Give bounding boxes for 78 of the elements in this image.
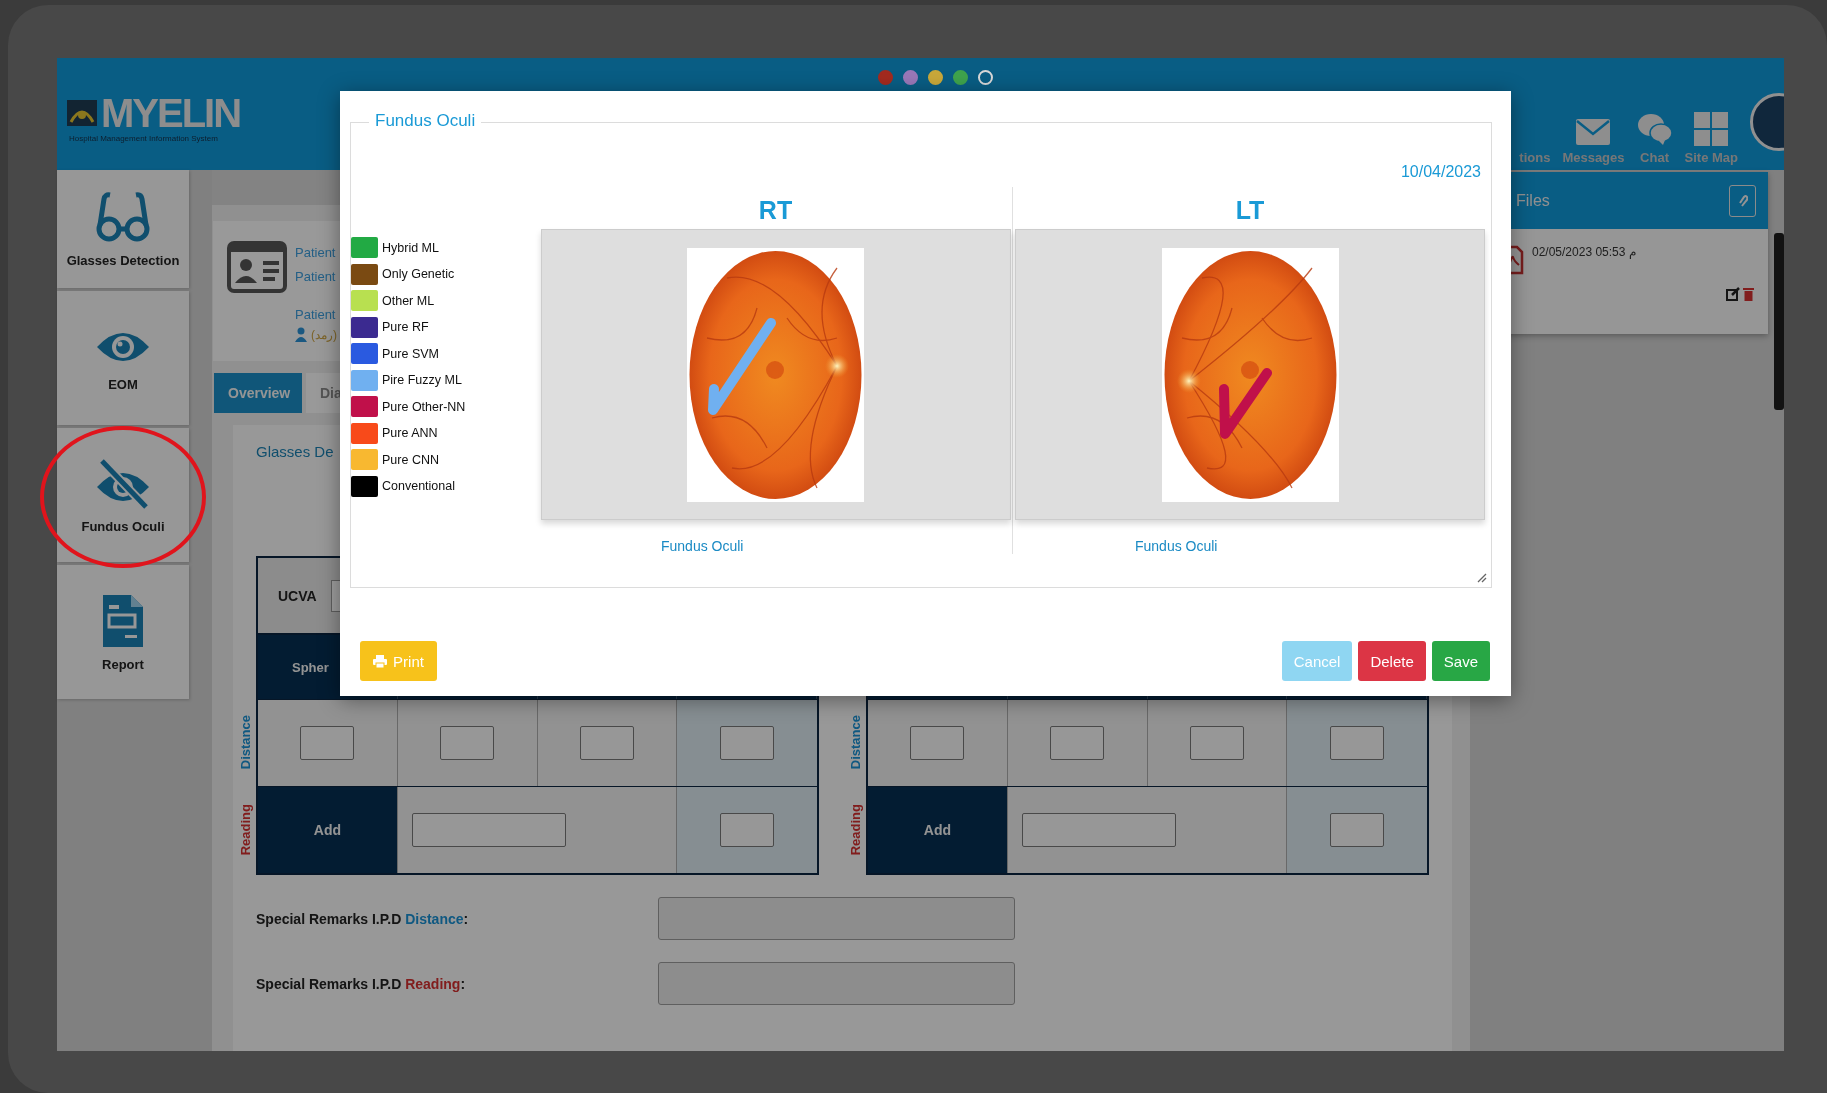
sidebar-item[interactable]: Glasses Detection — [57, 170, 189, 288]
patient-field-label: Patient — [295, 306, 337, 324]
section-title: Glasses De — [256, 443, 334, 460]
input-field[interactable] — [1021, 813, 1176, 847]
input-field[interactable] — [1330, 813, 1385, 847]
panel-title: Files — [1516, 191, 1550, 210]
row-label: Distance — [238, 715, 253, 770]
image-caption: Fundus Oculi — [661, 538, 744, 554]
sidebar-label: Fundus Oculi — [81, 518, 165, 534]
logo-subtitle: Hospital Management Information System — [69, 133, 219, 143]
sidebar-item[interactable]: EOM — [57, 291, 189, 425]
input-field[interactable] — [579, 726, 634, 760]
legend-label: Pire Fuzzy ML — [382, 373, 462, 388]
input-field[interactable] — [658, 962, 1015, 1005]
legend-label: Hybrid ML — [382, 240, 439, 255]
legend-label: Pure ANN — [382, 426, 438, 441]
input-field[interactable] — [1330, 726, 1385, 760]
resize-handle-icon[interactable] — [1477, 573, 1487, 583]
document-icon — [101, 592, 145, 649]
scrollbar[interactable] — [1774, 233, 1784, 410]
input-field[interactable] — [440, 726, 495, 760]
remark-label: Special Remarks I.P.D Reading: — [256, 975, 467, 992]
sidebar-label: EOM — [108, 376, 138, 392]
edit-icon[interactable] — [1726, 287, 1740, 301]
sidebar-item[interactable]: Report — [57, 565, 189, 699]
row-label: Distance — [848, 715, 863, 770]
tab[interactable]: Overview — [214, 373, 302, 413]
id-card-icon — [227, 241, 287, 293]
sidebar-label: Glasses Detection — [66, 252, 180, 268]
legend-label: Conventional — [382, 479, 455, 494]
input-field[interactable] — [300, 726, 355, 760]
printer-icon — [373, 654, 388, 668]
nav-link[interactable]: Site Map — [1684, 150, 1738, 165]
eye-side-title: LT — [1235, 195, 1265, 226]
eye-side-title: RT — [758, 195, 793, 226]
delete-button[interactable]: Delete — [1358, 641, 1426, 681]
row-label: Reading — [238, 803, 253, 856]
legend-label: Other ML — [382, 293, 435, 308]
legend-label: Only Genetic — [382, 267, 455, 282]
person-icon — [295, 327, 307, 342]
print-button[interactable]: Print — [360, 641, 437, 681]
date-text: 10/04/2023 — [1400, 163, 1481, 182]
logo-icon — [67, 99, 97, 126]
legend-label: Pure CNN — [382, 452, 439, 467]
legend-label: Pure SVM — [382, 346, 439, 361]
row-label: Reading — [848, 803, 863, 856]
trash-icon[interactable] — [1743, 287, 1754, 301]
sidebar-item[interactable]: Fundus Oculi — [57, 428, 189, 562]
nav-link[interactable]: Chat — [1640, 150, 1669, 165]
ucva-label: UCVA — [278, 587, 317, 604]
nav-link[interactable]: tions — [1519, 150, 1551, 165]
file-date: 02/05/2023 05:53 م — [1532, 245, 1636, 259]
input-field[interactable] — [1189, 726, 1244, 760]
department-text: (رمد) — [311, 327, 337, 342]
cancel-button[interactable]: Cancel — [1281, 641, 1353, 681]
input-field[interactable] — [658, 897, 1015, 940]
input-field[interactable] — [720, 726, 775, 760]
sidebar-label: Report — [102, 656, 144, 672]
legend-label: Pure Other-NN — [382, 399, 466, 414]
chat-icon[interactable] — [1636, 112, 1673, 146]
table-header-cell: Add — [258, 787, 398, 873]
input-field[interactable] — [720, 813, 775, 847]
input-field[interactable] — [1050, 726, 1105, 760]
save-button[interactable]: Save — [1431, 641, 1490, 681]
patient-field-label: Patient — [295, 244, 337, 262]
legend-label: Pure RF — [382, 320, 429, 335]
paperclip-icon — [1737, 193, 1748, 208]
input-field[interactable] — [910, 726, 965, 760]
nav-link[interactable]: Messages — [1562, 150, 1625, 165]
patient-field-label: Patient — [295, 268, 337, 286]
table-header-cell: Add — [868, 787, 1008, 873]
remark-label: Special Remarks I.P.D Distance: — [256, 910, 470, 927]
logo-text: MYELIN — [101, 91, 241, 134]
image-caption: Fundus Oculi — [1135, 538, 1218, 554]
attach-button[interactable] — [1729, 184, 1756, 217]
mail-icon[interactable] — [1575, 118, 1612, 146]
input-field[interactable] — [411, 813, 566, 847]
grid-icon[interactable] — [1694, 112, 1729, 146]
